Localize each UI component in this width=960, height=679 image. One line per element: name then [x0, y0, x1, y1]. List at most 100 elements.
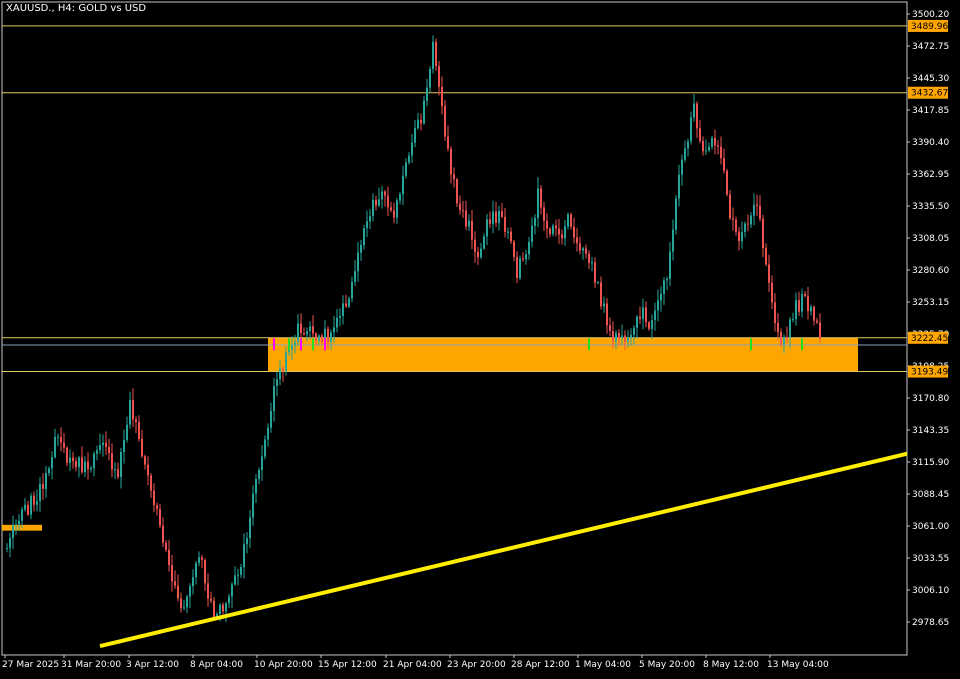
candle-body: [618, 332, 620, 339]
candle-body: [63, 442, 65, 448]
candle-body: [312, 326, 314, 334]
candle-body: [534, 218, 536, 226]
candle-body: [687, 141, 689, 149]
candle-body: [18, 520, 20, 525]
candle-body: [186, 596, 188, 608]
candle-body: [354, 271, 356, 282]
candle-body: [90, 468, 92, 470]
candle-body: [732, 218, 734, 220]
candle-body: [237, 574, 239, 576]
candle-body: [126, 424, 128, 440]
candle-body: [591, 262, 593, 264]
x-tick-label: 15 Apr 12:00: [318, 660, 377, 670]
candle-body: [402, 175, 404, 195]
candle-body: [219, 604, 221, 615]
candle-body: [378, 199, 380, 206]
signal-marker: [273, 338, 275, 351]
candle-body: [153, 490, 155, 506]
candle-body: [744, 223, 746, 233]
candle-body: [171, 565, 173, 582]
candle-body: [273, 386, 275, 412]
candle-body: [726, 170, 728, 195]
candle-body: [600, 282, 602, 307]
candle-body: [99, 445, 101, 451]
candle-body: [654, 310, 656, 321]
trendline: [99, 451, 908, 649]
candle-body: [117, 469, 119, 477]
candle-body: [48, 468, 50, 474]
signal-marker: [312, 338, 314, 351]
candle-body: [735, 219, 737, 232]
x-tick-label: 1 May 04:00: [575, 660, 631, 670]
candle-body: [777, 323, 779, 333]
candle-body: [39, 484, 41, 502]
y-tick-label: 3417.85: [912, 106, 949, 116]
y-tick-label: 3115.90: [912, 458, 949, 468]
candle-body: [399, 194, 401, 201]
candle-body: [492, 211, 494, 224]
candle-body: [648, 322, 650, 329]
candle-body: [6, 547, 8, 549]
candle-body: [306, 331, 308, 335]
candle-body: [549, 228, 551, 235]
candle-body: [663, 280, 665, 294]
y-tick-label: 3006.10: [912, 586, 949, 596]
candle-body: [489, 219, 491, 224]
candlestick-chart[interactable]: 3500.20 3472.75 3445.30 3417.85 3390.40 3362.…: [0, 0, 960, 675]
candle-body: [714, 137, 716, 146]
candle-body: [327, 328, 329, 342]
price-chart[interactable]: 3500.20 3472.75 3445.30 3417.85 3390.40 3362.…: [0, 0, 960, 675]
candle-body: [561, 234, 563, 239]
y-tick-label: 3061.00: [912, 522, 949, 532]
candle-body: [81, 457, 83, 473]
candle-body: [573, 226, 575, 238]
candle-body: [393, 210, 395, 218]
candle-body: [366, 221, 368, 229]
candle-body: [213, 600, 215, 619]
candle-body: [264, 439, 266, 457]
y-tick-label: 3500.20: [912, 10, 949, 20]
candle-body: [210, 598, 212, 601]
candle-body: [456, 179, 458, 204]
candle-body: [768, 264, 770, 283]
price-level-label: 3222.45: [911, 334, 948, 344]
candle-body: [369, 216, 371, 222]
candle-body: [96, 450, 98, 454]
candle-body: [183, 607, 185, 609]
candle-body: [567, 214, 569, 227]
candle-body: [303, 332, 305, 335]
candle-body: [468, 220, 470, 227]
candle-body: [459, 203, 461, 211]
candle-body: [813, 306, 815, 321]
candle-body: [546, 220, 548, 229]
candle-body: [702, 141, 704, 152]
candle-body: [135, 419, 137, 422]
candle-body: [387, 195, 389, 208]
candle-body: [477, 251, 479, 258]
candle-body: [177, 585, 179, 599]
candle-body: [552, 225, 554, 235]
candle-body: [285, 352, 287, 372]
candle-body: [267, 427, 269, 440]
candle-body: [243, 544, 245, 568]
candle-body: [612, 330, 614, 342]
candle-body: [537, 188, 539, 219]
candle-body: [588, 253, 590, 263]
candle-body: [711, 137, 713, 147]
candle-body: [408, 155, 410, 163]
candle-body: [111, 453, 113, 470]
candle-body: [636, 316, 638, 328]
candle-body: [162, 525, 164, 543]
candle-body: [69, 457, 71, 463]
candle-body: [174, 581, 176, 586]
candle-body: [72, 457, 74, 462]
candle-body: [9, 538, 11, 548]
y-tick-label: 3390.40: [912, 138, 949, 148]
candle-body: [441, 86, 443, 107]
candle-body: [429, 68, 431, 88]
candle-body: [426, 87, 428, 101]
candle-body: [804, 294, 806, 297]
candle-body: [204, 560, 206, 584]
candle-body: [741, 232, 743, 242]
candle-body: [390, 207, 392, 211]
